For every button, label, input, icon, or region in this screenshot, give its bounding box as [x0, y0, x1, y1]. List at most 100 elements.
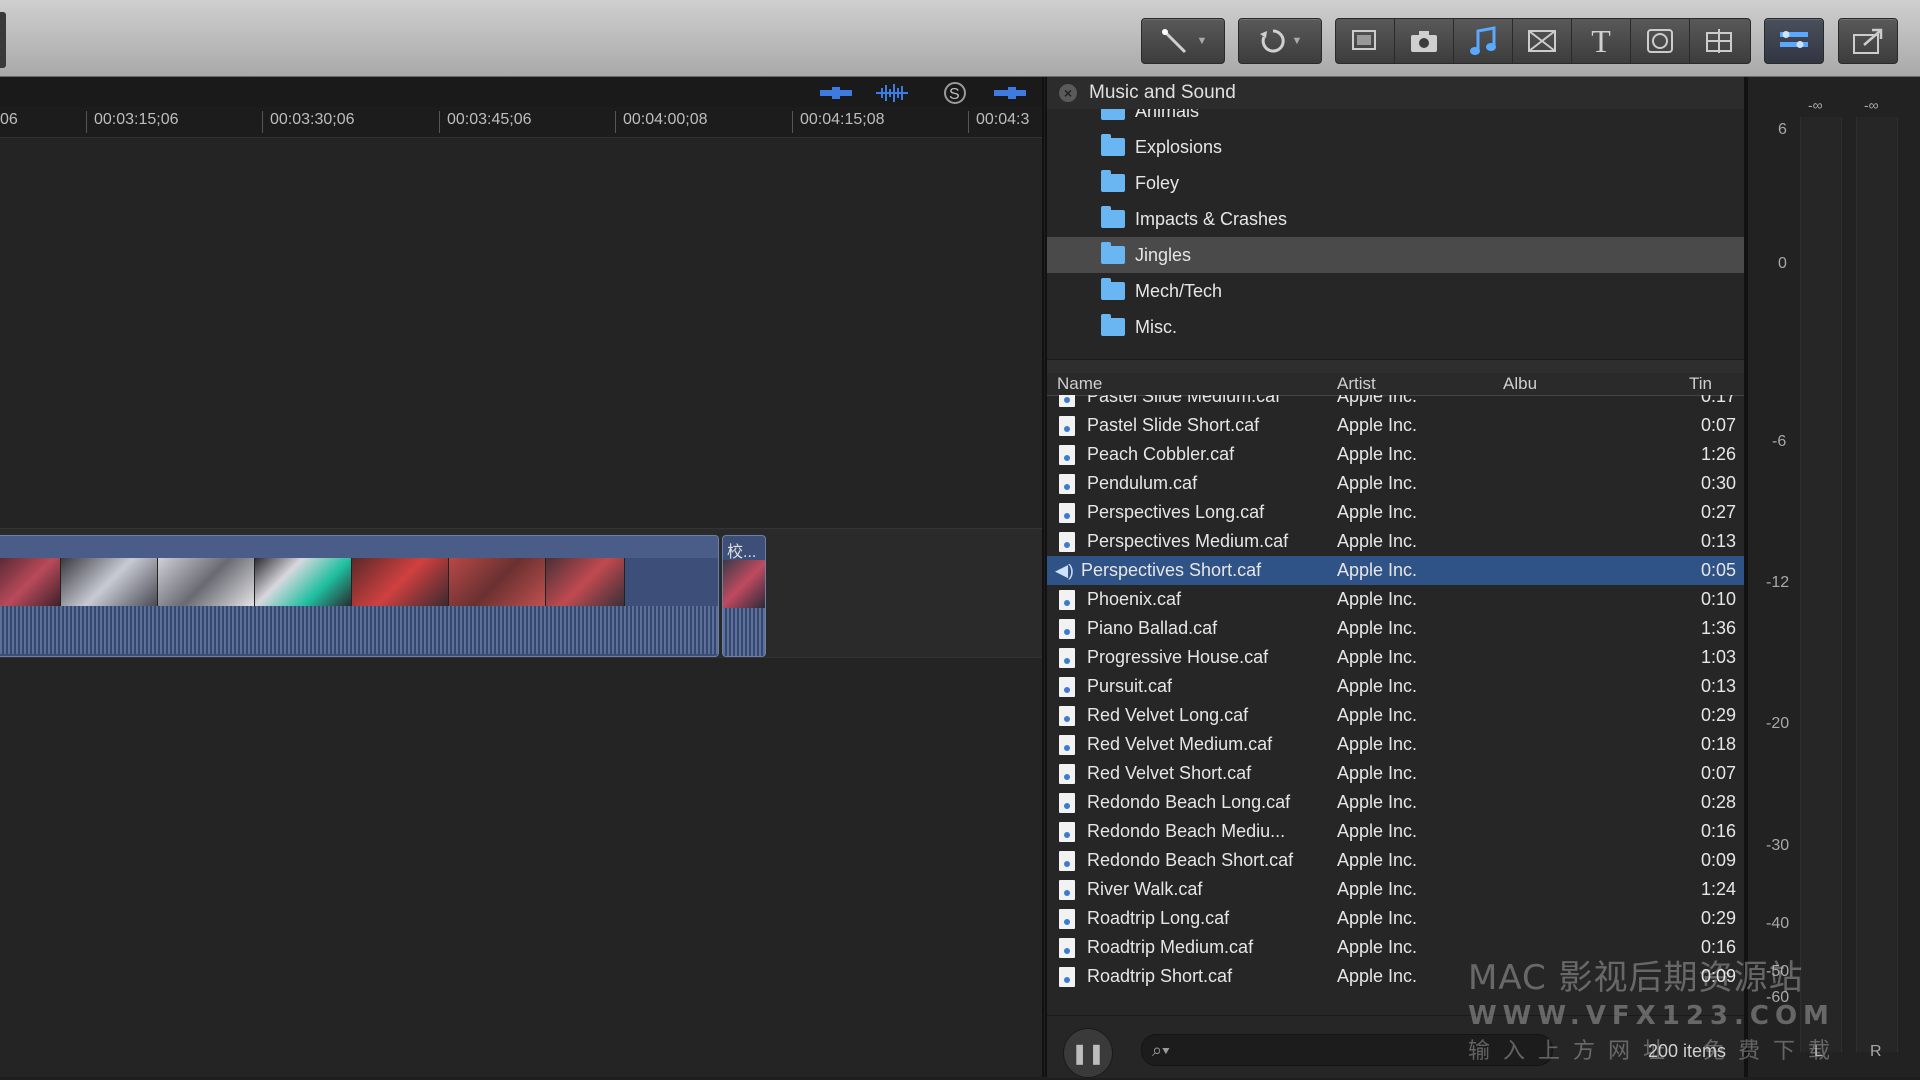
sound-name: Redondo Beach Mediu...	[1087, 821, 1286, 841]
ruler-tickmark	[262, 111, 263, 133]
search-field[interactable]: ⌕▾	[1141, 1034, 1553, 1066]
video-clip-short[interactable]: 校...	[722, 535, 766, 657]
share-button[interactable]	[1838, 18, 1898, 64]
column-name[interactable]: Name	[1057, 374, 1102, 394]
list-item[interactable]: Perspectives Medium.caf Apple Inc. 0:13	[1047, 527, 1744, 556]
sound-artist: Apple Inc.	[1337, 676, 1418, 696]
skimming-button[interactable]	[994, 83, 1026, 103]
list-item[interactable]: Redondo Beach Long.caf Apple Inc. 0:28	[1047, 788, 1744, 817]
clip-audio-waveform	[0, 606, 718, 654]
category-item-animals[interactable]: Animals	[1047, 109, 1744, 129]
column-artist[interactable]: Artist	[1337, 374, 1376, 394]
filmstrip-frame	[449, 558, 546, 606]
category-item-impacts-crashes[interactable]: Impacts & Crashes	[1047, 201, 1744, 237]
category-item-mech-tech[interactable]: Mech/Tech	[1047, 273, 1744, 309]
close-icon[interactable]: ×	[1059, 84, 1077, 102]
audio-waveform-button[interactable]	[876, 83, 908, 103]
audio-file-icon	[1059, 474, 1075, 494]
channel-right-label: R	[1870, 1043, 1882, 1060]
sound-time: 0:29	[1700, 705, 1736, 725]
video-clip[interactable]	[0, 535, 719, 657]
meter-scale-label: -6	[1772, 433, 1787, 450]
rotate-icon	[1259, 29, 1285, 53]
list-item[interactable]: Red Velvet Short.caf Apple Inc. 0:07	[1047, 759, 1744, 788]
solo-icon: S	[944, 82, 966, 104]
category-list[interactable]: Animals Explosions Foley Impacts & Crash…	[1047, 109, 1744, 359]
list-item[interactable]: Redondo Beach Mediu... Apple Inc. 0:16	[1047, 817, 1744, 846]
themes-browser-button[interactable]	[1690, 19, 1748, 63]
share-icon	[1853, 28, 1883, 54]
pause-button[interactable]: ❚❚	[1063, 1028, 1113, 1078]
search-input[interactable]	[1175, 1040, 1520, 1060]
timeline-tracks[interactable]: 校...	[0, 138, 1042, 1077]
category-item-misc[interactable]: Misc.	[1047, 309, 1744, 345]
solo-button[interactable]: S	[938, 82, 968, 104]
audio-file-icon	[1059, 532, 1075, 552]
generators-browser-button[interactable]	[1631, 19, 1690, 63]
photos-browser-button[interactable]	[1336, 19, 1395, 63]
category-item-explosions[interactable]: Explosions	[1047, 129, 1744, 165]
folder-icon	[1101, 134, 1125, 156]
list-item[interactable]: Pastel Slide Short.caf Apple Inc. 0:07	[1047, 411, 1744, 440]
ruler-tickmark	[86, 111, 87, 133]
retime-button[interactable]: ▼	[1238, 18, 1322, 64]
timeline-header: S	[0, 77, 1042, 107]
audio-file-icon	[1059, 851, 1075, 871]
list-item[interactable]: River Walk.caf Apple Inc. 1:24	[1047, 875, 1744, 904]
sound-name: Red Velvet Medium.caf	[1087, 734, 1273, 754]
list-item[interactable]: Roadtrip Short.caf Apple Inc. 0:09	[1047, 962, 1744, 991]
sound-time: 0:07	[1700, 763, 1736, 783]
inspector-toggle-button[interactable]	[1764, 18, 1824, 64]
sound-list[interactable]: Pastel Slide Medium.caf Apple Inc. 0:17 Pa…	[1047, 395, 1744, 1015]
sound-name: Roadtrip Long.caf	[1087, 908, 1230, 928]
list-item[interactable]: Pendulum.caf Apple Inc. 0:30	[1047, 469, 1744, 498]
transitions-browser-button[interactable]	[1513, 19, 1572, 63]
sound-time: 0:05	[1700, 560, 1736, 580]
list-item[interactable]: Redondo Beach Short.caf Apple Inc. 0:09	[1047, 846, 1744, 875]
enhancements-button[interactable]: ▼	[1141, 18, 1225, 64]
filmstrip-frame	[0, 558, 61, 606]
audio-file-icon	[1059, 619, 1075, 639]
list-item[interactable]: Peach Cobbler.caf Apple Inc. 1:26	[1047, 440, 1744, 469]
list-item[interactable]: Red Velvet Long.caf Apple Inc. 0:29	[1047, 701, 1744, 730]
sound-time: 1:03	[1700, 647, 1736, 667]
crop-icon	[1352, 30, 1376, 50]
ruler-tickmark	[968, 111, 969, 133]
list-item[interactable]: Roadtrip Long.caf Apple Inc. 0:29	[1047, 904, 1744, 933]
sound-artist: Apple Inc.	[1337, 734, 1418, 754]
category-item-foley[interactable]: Foley	[1047, 165, 1744, 201]
camera-browser-button[interactable]	[1395, 19, 1454, 63]
list-item[interactable]: Phoenix.caf Apple Inc. 0:10	[1047, 585, 1744, 614]
titles-browser-button[interactable]: T	[1572, 19, 1631, 63]
list-item-selected[interactable]: ◀) Perspectives Short.caf Apple Inc. 0:05	[1047, 556, 1744, 585]
column-time[interactable]: Tin	[1689, 374, 1712, 394]
timeline-ruler[interactable]: 06 00:03:15;06 00:03:30;06 00:03:45;06 0…	[0, 107, 1042, 138]
audio-file-icon	[1059, 590, 1075, 610]
list-item[interactable]: Pursuit.caf Apple Inc. 0:13	[1047, 672, 1744, 701]
ruler-tick: 06	[0, 111, 18, 128]
sound-artist: Apple Inc.	[1337, 647, 1418, 667]
clip-appearance-button[interactable]	[820, 83, 852, 103]
title-t-icon: T	[1591, 22, 1611, 59]
list-item[interactable]: Piano Ballad.caf Apple Inc. 1:36	[1047, 614, 1744, 643]
sound-artist: Apple Inc.	[1337, 908, 1418, 928]
sound-name: Redondo Beach Long.caf	[1087, 792, 1291, 812]
ruler-tick: 00:04:15;08	[800, 111, 885, 128]
sound-name: Roadtrip Short.caf	[1087, 966, 1233, 986]
audio-file-icon	[1059, 793, 1075, 813]
audio-meter-panel: -∞ -∞ 6 0 -6 -12 -20 -30 -40 -50 -60 L R	[1746, 77, 1920, 1077]
music-browser-button[interactable]	[1454, 19, 1513, 63]
list-item[interactable]: Red Velvet Medium.caf Apple Inc. 0:18	[1047, 730, 1744, 759]
ruler-tickmark	[615, 111, 616, 133]
list-item[interactable]: Roadtrip Medium.caf Apple Inc. 0:16	[1047, 933, 1744, 962]
category-item-jingles[interactable]: Jingles	[1047, 237, 1744, 273]
list-item[interactable]: Perspectives Long.caf Apple Inc. 0:27	[1047, 498, 1744, 527]
filmstrip-frame	[61, 558, 158, 606]
list-item[interactable]: Progressive House.caf Apple Inc. 1:03	[1047, 643, 1744, 672]
sound-time: 0:09	[1700, 966, 1736, 986]
sound-name: Perspectives Short.caf	[1081, 560, 1262, 580]
sound-time: 1:24	[1700, 879, 1736, 899]
list-item[interactable]: Pastel Slide Medium.caf Apple Inc. 0:17	[1047, 395, 1744, 411]
sound-artist: Apple Inc.	[1337, 415, 1418, 435]
column-album[interactable]: Albu	[1503, 374, 1537, 394]
